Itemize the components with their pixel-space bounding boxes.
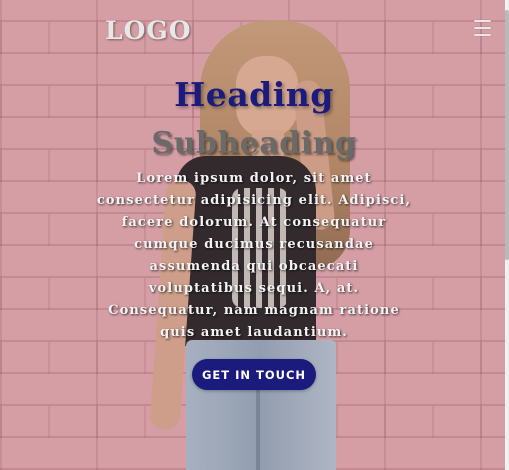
get-in-touch-button[interactable]: GET IN TOUCH — [192, 359, 316, 390]
hero-section: LOGO Heading Subheading Lorem ipsum dolo… — [0, 0, 509, 470]
hero-heading: Heading — [174, 75, 334, 114]
menu-bar-middle — [474, 27, 491, 29]
hamburger-menu-icon[interactable] — [474, 20, 491, 36]
hero-content: Heading Subheading Lorem ipsum dolor, si… — [95, 72, 413, 344]
hero-subheading: Subheading — [151, 126, 357, 161]
scrollbar[interactable] — [505, 0, 509, 470]
menu-bar-top — [474, 20, 491, 22]
hero-body-text: Lorem ipsum dolor, sit amet consectetur … — [96, 171, 412, 340]
scrollbar-thumb[interactable] — [505, 10, 509, 260]
site-logo[interactable]: LOGO — [105, 16, 191, 45]
menu-bar-bottom — [474, 34, 491, 36]
